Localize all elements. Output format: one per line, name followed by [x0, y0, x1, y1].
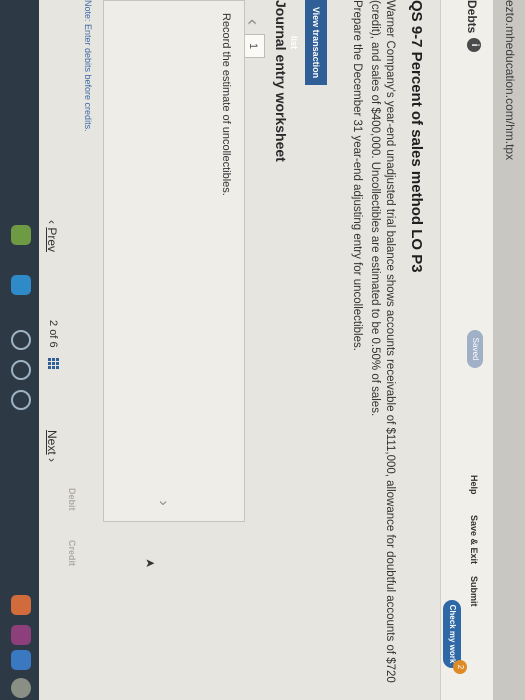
dock-app-icon[interactable] — [11, 330, 31, 350]
dock-app-icon[interactable] — [11, 595, 31, 615]
dock-app-icon[interactable] — [11, 390, 31, 410]
prev-button[interactable]: ‹ Prev — [45, 220, 59, 252]
dock-app-icon[interactable] — [11, 625, 31, 645]
app-header: Debts i Saved Help Save & Exit Submit Ch… — [440, 0, 493, 700]
debits-credits-note: Note: Enter debits before credits. — [83, 0, 93, 132]
mouse-cursor-icon: ➤ — [144, 556, 156, 571]
submit-link[interactable]: Submit — [469, 576, 479, 607]
info-icon[interactable]: i — [467, 38, 481, 52]
help-link[interactable]: Help — [469, 475, 479, 495]
check-count-badge: 2 — [453, 660, 467, 674]
prev-label: Prev — [45, 227, 59, 253]
page-indicator: 2 of 6 — [47, 320, 59, 348]
browser-window: ezto.mheducation.com/hm.tpx Debts i Save… — [0, 0, 525, 700]
record-instruction: Record the estimate of uncollectibles. — [220, 13, 232, 196]
debit-column-header: Debit — [67, 488, 77, 511]
question-instruction: Prepare the December 31 year-end adjusti… — [351, 0, 363, 351]
worksheet-title: Journal entry worksheet — [273, 0, 289, 162]
view-transaction-list-button[interactable]: View transaction list — [289, 0, 327, 85]
worksheet-prev-icon[interactable]: ‹ — [243, 12, 263, 32]
os-dock — [0, 0, 39, 700]
chevron-right-icon: › — [45, 458, 59, 463]
url-text: ezto.mheducation.com/hm.tpx — [503, 0, 517, 161]
next-button[interactable]: Next › — [45, 430, 59, 462]
saved-status-badge: Saved — [467, 330, 483, 368]
chevron-left-icon: ‹ — [45, 220, 59, 224]
credit-column-header: Credit — [67, 540, 77, 567]
save-exit-link[interactable]: Save & Exit — [469, 515, 479, 564]
question-body: Warner Company's year-end unadjusted tri… — [369, 0, 396, 683]
dock-app-icon[interactable] — [11, 650, 31, 670]
dock-app-icon[interactable] — [11, 275, 31, 295]
question-pager: ‹ Prev 2 of 6 Next › — [39, 220, 63, 490]
dock-app-icon[interactable] — [11, 360, 31, 380]
worksheet-panel: Record the estimate of uncollectibles. › — [103, 0, 245, 522]
dock-app-icon[interactable] — [11, 678, 31, 698]
question-title: QS 9-7 Percent of sales method LO P3 — [408, 0, 425, 273]
page-current: 2 — [47, 320, 59, 327]
photographed-screen: ezto.mheducation.com/hm.tpx Debts i Save… — [0, 0, 525, 700]
address-bar[interactable]: ezto.mheducation.com/hm.tpx — [492, 0, 525, 700]
worksheet-next-icon[interactable]: › — [154, 494, 172, 512]
assignment-title: Debts — [465, 0, 479, 34]
page-total: 6 — [47, 341, 59, 348]
page-of: of — [47, 329, 59, 339]
check-my-work-button[interactable]: Check my work — [443, 600, 461, 668]
dock-app-icon[interactable] — [11, 225, 31, 245]
grid-icon[interactable] — [47, 358, 59, 370]
next-label: Next — [45, 430, 59, 455]
